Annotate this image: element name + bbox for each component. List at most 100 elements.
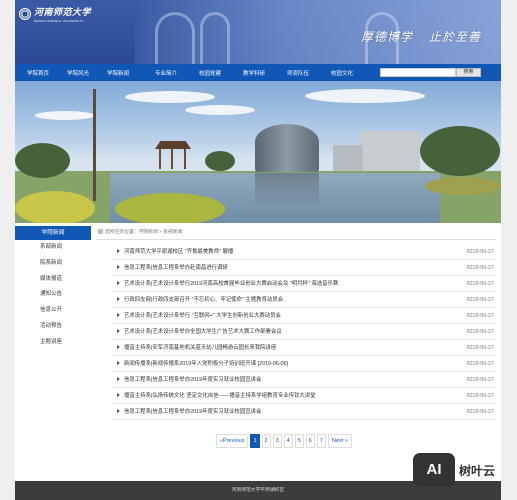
news-row[interactable]: 信息工程系|信息工程系举办赴南昌进行调研 2019-06-27 xyxy=(114,260,496,276)
pagination: «Previous 1 2 3 4 5 6 7 Next » xyxy=(216,434,352,448)
sidebar-item-faculty-news[interactable]: 院系新闻 xyxy=(15,256,91,272)
watermark-ai-box: AI xyxy=(413,453,455,487)
sidebar: 学院新闻 系部新闻 院系新闻 媒体报道 通知公告 信息公开 活动预告 主题讲座 xyxy=(15,226,91,351)
news-title[interactable]: 河南师范大学平原湖校区 "齐鲁最美教师" 展播 xyxy=(124,244,233,260)
news-date: 2019-06-27 xyxy=(466,377,494,383)
nav-item-culture[interactable]: 校园文化 xyxy=(323,69,361,77)
news-row[interactable]: 艺术设计系|艺术设计系举行 "互联网+" 大学生创新创业大赛动员会 2019-06… xyxy=(114,308,496,324)
pagination-page-4[interactable]: 4 xyxy=(283,434,293,448)
news-date: 2019-06-27 xyxy=(466,329,494,335)
home-icon xyxy=(98,229,103,234)
news-list-panel: 您所在的位置：学院新闻 > 系部新闻 河南师范大学平原湖校区 "齐鲁最美教师" … xyxy=(96,226,496,448)
cloud xyxy=(185,105,255,115)
watermark-text: 树叶云 xyxy=(459,463,496,478)
news-title[interactable]: 播音主持系|弘扬传统文化 坚定文化自信——播音主持系学组教育专业传钦大讲堂 xyxy=(124,388,316,404)
news-title[interactable]: 艺术设计系|艺术设计系举办全国大学生广告艺术大赛工作部署会议 xyxy=(124,324,282,340)
bullet-arrow-icon xyxy=(117,329,120,333)
bullet-arrow-icon xyxy=(117,297,120,301)
news-date: 2019-06-27 xyxy=(466,393,494,399)
news-row[interactable]: 信息工程系|信息工程系举办2019年度实习就业校园宣讲会 2019-06-27 xyxy=(114,404,496,420)
bullet-arrow-icon xyxy=(117,265,120,269)
news-row[interactable]: 新闻传播系|新闻传播系2019年入党积极分子培训班开课 [2019-06-06]… xyxy=(114,356,496,372)
search-button[interactable]: 搜索 xyxy=(456,68,481,77)
news-title[interactable]: 行政四支部|行政四支部召开 "不忘初心、牢记使命" 主题教育动员会 xyxy=(124,292,283,308)
shrub xyxy=(115,193,225,223)
watermark-logo: AI 树叶云 xyxy=(413,453,512,487)
news-list: 河南师范大学平原湖校区 "齐鲁最美教师" 展播 2019-06-27 信息工程系|… xyxy=(96,244,496,420)
news-title[interactable]: 信息工程系|信息工程系举办赴南昌进行调研 xyxy=(124,260,228,276)
university-seal-icon xyxy=(19,8,31,20)
pagination-page-5[interactable]: 5 xyxy=(294,434,304,448)
motto-part-2: 止於至善 xyxy=(428,30,481,44)
dome-reflection xyxy=(255,173,319,203)
breadcrumb: 您所在的位置：学院新闻 > 系部新闻 xyxy=(96,226,496,240)
main-nav: 学院首页 学院风光 学院新闻 专业简介 校园党建 教学科研 师资队伍 校园文化 … xyxy=(15,64,501,81)
bullet-arrow-icon xyxy=(117,281,120,285)
news-title[interactable]: 信息工程系|信息工程系举办2019年度实习就业校园宣讲会 xyxy=(124,372,261,388)
news-row[interactable]: 艺术设计系|艺术设计系举行2019河南高校首届毕业创业大赛启动会及 "明月杯" … xyxy=(114,276,496,292)
nav-item-faculty[interactable]: 师资队伍 xyxy=(279,69,317,77)
tree xyxy=(15,143,70,178)
news-title[interactable]: 播音主持系|安军济南基地机关蓝天幼儿园畅游云园长来我院讲座 xyxy=(124,340,276,356)
page: 河南师范大学 HENAN NORMAL UNIVERSITY 厚德博学 止於至善… xyxy=(15,0,501,500)
news-date: 2019-06-27 xyxy=(466,249,494,255)
news-date: 2019-06-27 xyxy=(466,313,494,319)
bare-tree xyxy=(93,89,96,201)
news-title[interactable]: 艺术设计系|艺术设计系举行2019河南高校首届毕业创业大赛启动会及 "明月杯" … xyxy=(124,276,338,292)
bullet-arrow-icon xyxy=(117,377,120,381)
site-logo[interactable]: 河南师范大学 HENAN NORMAL UNIVERSITY xyxy=(19,5,91,23)
sidebar-item-dept-news[interactable]: 系部新闻 xyxy=(15,240,91,256)
nav-item-news[interactable]: 学院新闻 xyxy=(99,69,137,77)
header-arch xyxy=(155,12,195,64)
nav-item-majors[interactable]: 专业简介 xyxy=(147,69,185,77)
sidebar-title[interactable]: 学院新闻 xyxy=(15,226,91,240)
tree xyxy=(205,151,235,171)
building xyxy=(360,131,420,171)
shrub xyxy=(15,191,95,223)
news-row[interactable]: 河南师范大学平原湖校区 "齐鲁最美教师" 展播 2019-06-27 xyxy=(114,244,496,260)
breadcrumb-text: 您所在的位置：学院新闻 > 系部新闻 xyxy=(105,230,183,235)
news-date: 2019-06-27 xyxy=(466,297,494,303)
pagination-page-6[interactable]: 6 xyxy=(305,434,315,448)
logo-chinese-name: 河南师范大学 xyxy=(34,8,92,18)
news-date: 2019-06-27 xyxy=(466,265,494,271)
header-arch xyxy=(200,12,230,64)
search-input[interactable] xyxy=(380,68,456,77)
news-row[interactable]: 信息工程系|信息工程系举办2019年度实习就业校园宣讲会 2019-06-27 xyxy=(114,372,496,388)
news-row[interactable]: 行政四支部|行政四支部召开 "不忘初心、牢记使命" 主题教育动员会 2019-06… xyxy=(114,292,496,308)
nav-item-party[interactable]: 校园党建 xyxy=(191,69,229,77)
news-date: 2019-06-27 xyxy=(466,409,494,415)
sidebar-item-events[interactable]: 活动预告 xyxy=(15,319,91,335)
pagination-page-3[interactable]: 3 xyxy=(272,434,282,448)
dome-building xyxy=(255,124,319,172)
sidebar-item-lectures[interactable]: 主题讲座 xyxy=(15,335,91,351)
news-row[interactable]: 艺术设计系|艺术设计系举办全国大学生广告艺术大赛工作部署会议 2019-06-27 xyxy=(114,324,496,340)
news-title[interactable]: 艺术设计系|艺术设计系举行 "互联网+" 大学生创新创业大赛动员会 xyxy=(124,308,281,324)
news-row[interactable]: 播音主持系|安军济南基地机关蓝天幼儿园畅游云园长来我院讲座 2019-06-27 xyxy=(114,340,496,356)
news-title[interactable]: 新闻传播系|新闻传播系2019年入党积极分子培训班开课 [2019-06-06] xyxy=(124,356,288,372)
news-row[interactable]: 播音主持系|弘扬传统文化 坚定文化自信——播音主持系学组教育专业传钦大讲堂 201… xyxy=(114,388,496,404)
news-title[interactable]: 信息工程系|信息工程系举办2019年度实习就业校园宣讲会 xyxy=(124,404,261,420)
header-motto: 厚德博学 止於至善 xyxy=(361,28,481,45)
sidebar-item-disclosure[interactable]: 信息公开 xyxy=(15,303,91,319)
bullet-arrow-icon xyxy=(117,361,120,365)
building xyxy=(333,145,363,171)
nav-item-home[interactable]: 学院首页 xyxy=(19,69,57,77)
nav-item-research[interactable]: 教学科研 xyxy=(235,69,273,77)
pagination-page-1[interactable]: 1 xyxy=(250,434,260,448)
site-header: 河南师范大学 HENAN NORMAL UNIVERSITY 厚德博学 止於至善 xyxy=(15,0,501,64)
pagination-prev[interactable]: «Previous xyxy=(216,434,249,448)
nav-item-scenery[interactable]: 学院风光 xyxy=(59,69,97,77)
sidebar-item-notices[interactable]: 通知公告 xyxy=(15,287,91,304)
cloud xyxy=(125,91,215,103)
tree xyxy=(420,126,500,176)
logo-english-name: HENAN NORMAL UNIVERSITY xyxy=(34,19,84,23)
cloud xyxy=(305,89,425,103)
news-date: 2019-06-27 xyxy=(466,345,494,351)
cloud xyxy=(35,111,95,120)
pagination-page-2[interactable]: 2 xyxy=(261,434,271,448)
bullet-arrow-icon xyxy=(117,249,120,253)
pagination-next[interactable]: Next » xyxy=(327,434,352,448)
pagination-page-7[interactable]: 7 xyxy=(316,434,326,448)
sidebar-item-media[interactable]: 媒体报道 xyxy=(15,272,91,288)
